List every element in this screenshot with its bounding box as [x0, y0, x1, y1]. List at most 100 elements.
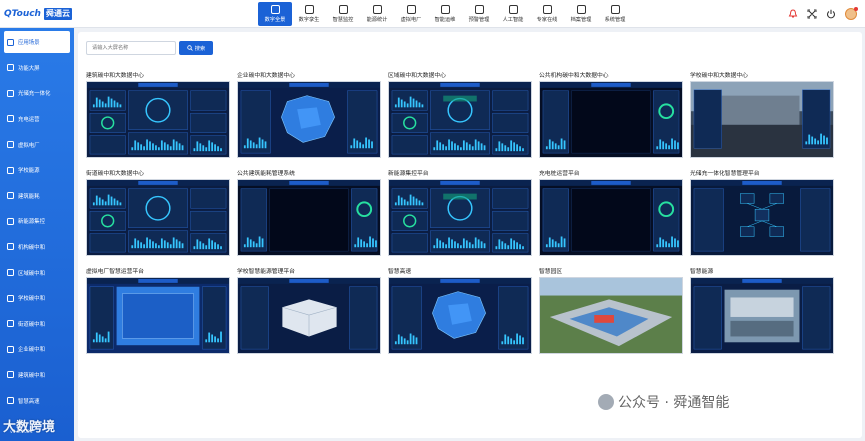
screen-card-12[interactable]: 智慧高速 [388, 268, 532, 354]
tool-icon: tool-icon [440, 5, 450, 14]
main-panel: 搜索 建筑碳中和大数据中心 企业碳中和大数据中心 区域碳中和大数据中心 公共机构碳中和… [78, 32, 862, 438]
screen-card-5[interactable]: 街道碳中和大数据中心 [86, 170, 230, 256]
screen-card-11[interactable]: 学校智慧能源管理平台 [237, 268, 381, 354]
menu-icon [7, 269, 14, 277]
nav-item-3[interactable]: bolt-icon 能源统计 [360, 2, 394, 26]
screen-card-9[interactable]: 光储充一体化智慧管理平台 [690, 170, 834, 256]
sidebar-item-5[interactable]: 学校能源 [0, 157, 74, 183]
screen-thumbnail[interactable] [539, 179, 683, 256]
watermark-right-text: 公众号 · 舜通智能 [618, 395, 730, 411]
nav-item-2[interactable]: chart-bar-icon 智慧监控 [326, 2, 360, 26]
screen-thumbnail[interactable] [86, 179, 230, 256]
screen-card-1[interactable]: 企业碳中和大数据中心 [237, 72, 381, 158]
sidebar-item-13[interactable]: 建筑碳中和 [0, 362, 74, 388]
sidebar-item-2[interactable]: 光储充一体化 [0, 81, 74, 107]
menu-icon [7, 345, 14, 353]
screen-thumbnail[interactable] [388, 277, 532, 354]
sidebar-item-10[interactable]: 学校碳中和 [0, 285, 74, 311]
menu-icon [7, 243, 14, 251]
menu-icon [7, 294, 14, 302]
screen-card-title: 光储充一体化智慧管理平台 [690, 171, 760, 177]
menu-icon [7, 115, 14, 123]
screen-card-2[interactable]: 区域碳中和大数据中心 [388, 72, 532, 158]
screen-card-title: 公共建筑能耗管理系统 [237, 171, 295, 177]
screen-card-8[interactable]: 充电桩运营平台 [539, 170, 683, 256]
sidebar-item-4[interactable]: 虚拟电厂 [0, 132, 74, 158]
sidebar-item-label: 光储充一体化 [18, 91, 51, 98]
sidebar-item-1[interactable]: 功能大屏 [0, 55, 74, 81]
sidebar-item-label: 区域碳中和 [18, 270, 45, 277]
menu-icon [7, 166, 14, 174]
sidebar-item-14[interactable]: 智慧高速 [0, 388, 74, 414]
screen-card-title: 新能源集控平台 [388, 171, 429, 177]
screen-thumbnail[interactable] [690, 277, 834, 354]
search-button[interactable]: 搜索 [179, 41, 213, 55]
screen-card-10[interactable]: 虚拟电厂智慧运营平台 [86, 268, 230, 354]
search-input[interactable] [86, 41, 176, 55]
screen-thumbnail[interactable] [86, 277, 230, 354]
screen-card-title: 智慧能源 [690, 269, 714, 275]
sidebar-item-0[interactable]: 应用场景 [4, 31, 70, 53]
screen-thumbnail[interactable] [237, 277, 381, 354]
search-button-label: 搜索 [194, 45, 206, 52]
avatar[interactable] [845, 7, 858, 20]
nav-item-1[interactable]: twin-icon 数字孪生 [292, 2, 326, 26]
nav-item-4[interactable]: plant-icon 虚拟电厂 [394, 2, 428, 26]
screen-card-7[interactable]: 新能源集控平台 [388, 170, 532, 256]
logo: QTouch 舜通云 [4, 7, 72, 21]
nav-item-8[interactable]: expert-icon 专家在线 [530, 2, 564, 26]
sidebar-item-3[interactable]: 充电运营 [0, 106, 74, 132]
nav-item-6[interactable]: bell-icon 预警管理 [462, 2, 496, 26]
nav-item-label: 专家在线 [536, 17, 558, 23]
watermark-left: 大数跨境 [3, 420, 56, 435]
screen-card-6[interactable]: 公共建筑能耗管理系统 [237, 170, 381, 256]
nav-item-label: 智慧监控 [332, 17, 354, 23]
sidebar-item-label: 街道碳中和 [18, 321, 45, 328]
screen-card-title: 充电桩运营平台 [539, 171, 580, 177]
screen-thumbnail[interactable] [539, 277, 683, 354]
sidebar-item-11[interactable]: 街道碳中和 [0, 311, 74, 337]
screen-card-title: 智慧园区 [539, 269, 563, 275]
top-nav: grid-icon 数字全景 twin-icon 数字孪生 chart-bar-icon… [258, 2, 632, 26]
nav-item-5[interactable]: tool-icon 智能运维 [428, 2, 462, 26]
notification-icon[interactable] [788, 9, 798, 19]
sidebar-item-7[interactable]: 新能源集控 [0, 209, 74, 235]
nav-item-10[interactable]: system-icon 系统管理 [598, 2, 632, 26]
nav-item-7[interactable]: ai-icon 人工智能 [496, 2, 530, 26]
twin-icon: twin-icon [304, 5, 314, 14]
screen-card-0[interactable]: 建筑碳中和大数据中心 [86, 72, 230, 158]
nav-item-label: 数字全景 [264, 17, 286, 23]
sidebar-item-label: 新能源集控 [18, 219, 45, 226]
ai-icon: ai-icon [508, 5, 518, 14]
screen-card-title: 企业碳中和大数据中心 [237, 73, 295, 79]
screen-thumbnail[interactable] [539, 81, 683, 158]
screen-thumbnail[interactable] [690, 179, 834, 256]
screen-card-13[interactable]: 智慧园区 [539, 268, 683, 354]
menu-icon [7, 320, 14, 328]
power-icon[interactable] [826, 9, 836, 19]
top-bar: QTouch 舜通云 grid-icon 数字全景 twin-icon 数字孪生 cha… [0, 0, 865, 28]
nav-item-label: 虚拟电厂 [400, 17, 422, 23]
screen-card-title: 虚拟电厂智慧运营平台 [86, 269, 144, 275]
screen-thumbnail[interactable] [237, 81, 381, 158]
sidebar-item-8[interactable]: 机构碳中和 [0, 234, 74, 260]
screen-thumbnail[interactable] [690, 81, 834, 158]
sidebar-item-label: 智慧高速 [18, 398, 40, 405]
screen-thumbnail[interactable] [237, 179, 381, 256]
screen-card-title: 区域碳中和大数据中心 [388, 73, 446, 79]
menu-icon [7, 192, 14, 200]
screen-card-3[interactable]: 公共机构碳中和大数据中心 [539, 72, 683, 158]
sidebar-item-12[interactable]: 企业碳中和 [0, 337, 74, 363]
sidebar-item-label: 应用场景 [18, 40, 40, 46]
sidebar-item-6[interactable]: 建筑能耗 [0, 183, 74, 209]
screen-thumbnail[interactable] [388, 81, 532, 158]
nav-item-9[interactable]: archive-icon 档案管理 [564, 2, 598, 26]
screen-card-4[interactable]: 学校碳中和大数据中心 [690, 72, 834, 158]
sidebar-item-9[interactable]: 区域碳中和 [0, 260, 74, 286]
wechat-icon [598, 394, 614, 410]
fullscreen-icon[interactable] [807, 9, 817, 19]
screen-card-14[interactable]: 智慧能源 [690, 268, 834, 354]
screen-thumbnail[interactable] [388, 179, 532, 256]
screen-thumbnail[interactable] [86, 81, 230, 158]
nav-item-0[interactable]: grid-icon 数字全景 [258, 2, 292, 26]
